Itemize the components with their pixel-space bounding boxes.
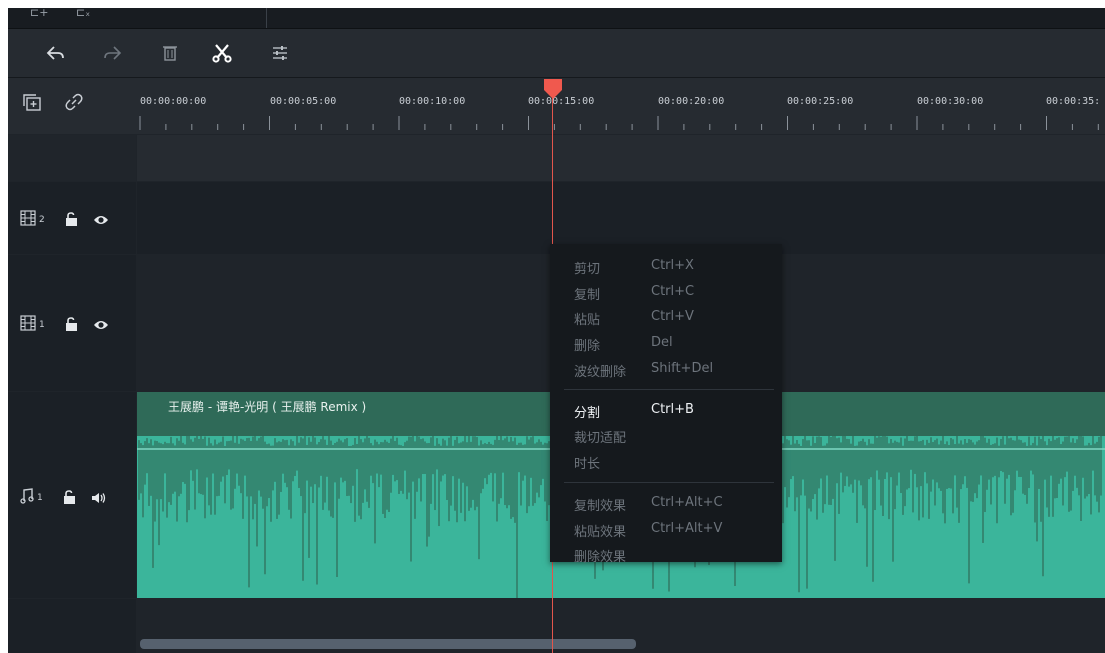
sliders-icon[interactable] [268, 41, 292, 65]
menu-item-cut[interactable]: 剪切 Ctrl+X [550, 255, 782, 277]
timecode-label: 00:00:25:00 [787, 96, 854, 107]
timecode-label: 00:00:00:00 [140, 96, 207, 107]
menu-item-shortcut: Del [651, 335, 673, 350]
timecode-label: 00:00:20:00 [658, 96, 725, 107]
menu-item-delete-effects[interactable]: 删除效果 [550, 543, 782, 565]
menu-item-label: 复制 [574, 288, 601, 303]
timecode-label: 00:00:05:00 [270, 96, 337, 107]
link-icon[interactable] [64, 92, 84, 116]
edit-toolbar [8, 29, 1105, 78]
menu-item-label: 复制效果 [574, 499, 627, 514]
menu-item-label: 时长 [574, 457, 601, 472]
eye-icon[interactable] [93, 211, 109, 230]
menu-item-label: 分割 [574, 406, 601, 421]
unlock-icon[interactable] [65, 316, 79, 335]
menu-item-label: 裁切适配 [574, 431, 627, 446]
menu-item-shortcut: Shift+Del [651, 361, 714, 376]
menu-item-shortcut: Ctrl+X [651, 258, 694, 273]
add-track-mini-icon[interactable]: ⊏+ [30, 8, 48, 19]
speaker-icon[interactable] [91, 489, 107, 508]
menu-item-shortcut: Ctrl+Alt+V [651, 521, 723, 536]
ruler-tools [8, 78, 136, 134]
track-header-video-1: 1 [8, 255, 136, 391]
menu-item-crop-fit[interactable]: 裁切适配 [550, 424, 782, 446]
redo-icon[interactable] [100, 41, 124, 65]
menu-item-shortcut: Ctrl+V [651, 309, 694, 324]
track-header-empty [8, 135, 136, 181]
top-bar: ⊏+ ⊏ₓ [8, 8, 1105, 29]
menu-item-label: 粘贴效果 [574, 525, 627, 540]
eye-icon[interactable] [93, 316, 109, 335]
menu-item-label: 粘贴 [574, 313, 601, 328]
track-number: 1 [39, 320, 45, 330]
track-header-audio-1: 1 [8, 392, 136, 598]
undo-icon[interactable] [44, 41, 68, 65]
menu-item-delete[interactable]: 删除 Del [550, 332, 782, 354]
menu-item-split[interactable]: 分割 Ctrl+B [550, 399, 782, 421]
track-number: 1 [37, 493, 43, 503]
timecode-label: 00:00:30:00 [917, 96, 984, 107]
menu-separator [564, 482, 774, 483]
music-note-icon [20, 488, 34, 508]
track-lane-bottom[interactable] [137, 599, 1105, 636]
video-track-icon [20, 210, 36, 230]
unlock-icon[interactable] [65, 211, 79, 230]
track-lane-empty[interactable] [137, 135, 1105, 181]
add-track-icon[interactable] [22, 94, 42, 116]
scrollbar-thumb[interactable] [140, 639, 636, 649]
menu-separator [564, 389, 774, 390]
track-header-bottom [8, 599, 136, 653]
scissors-icon[interactable] [210, 41, 234, 65]
context-menu: 剪切 Ctrl+X 复制 Ctrl+C 粘贴 Ctrl+V 删除 Del 波纹删… [550, 244, 782, 565]
timeline-editor: ⊏+ ⊏ₓ 00:00:00:00 00:00:05:00 00:00:10:0… [8, 8, 1105, 653]
menu-item-copy-effects[interactable]: 复制效果 Ctrl+Alt+C [550, 492, 782, 514]
menu-item-label: 删除 [574, 339, 601, 354]
menu-item-label: 剪切 [574, 262, 601, 277]
playhead-handle[interactable] [543, 78, 563, 100]
track-number: 2 [39, 215, 45, 225]
menu-item-shortcut: Ctrl+C [651, 284, 695, 299]
time-ruler[interactable]: 00:00:00:00 00:00:05:00 00:00:10:00 00:0… [136, 78, 1105, 134]
menu-item-shortcut: Ctrl+Alt+C [651, 495, 723, 510]
menu-item-ripple-delete[interactable]: 波纹删除 Shift+Del [550, 358, 782, 380]
menu-item-label: 波纹删除 [574, 365, 627, 380]
menu-item-paste[interactable]: 粘贴 Ctrl+V [550, 306, 782, 328]
video-track-icon [20, 315, 36, 335]
unlock-icon[interactable] [63, 489, 77, 508]
horizontal-scrollbar[interactable] [137, 636, 1105, 653]
menu-item-paste-effects[interactable]: 粘贴效果 Ctrl+Alt+V [550, 518, 782, 540]
timecode-label: 00:00:35: [1046, 96, 1101, 107]
remove-track-mini-icon[interactable]: ⊏ₓ [76, 8, 90, 19]
track-header-video-2: 2 [8, 182, 136, 254]
menu-item-shortcut: Ctrl+B [651, 402, 694, 417]
audio-clip-title: 王展鹏 - 谭艳-光明 ( 王展鹏 Remix ) [168, 400, 367, 414]
timecode-label: 00:00:10:00 [399, 96, 466, 107]
menu-item-label: 删除效果 [574, 550, 627, 565]
menu-item-copy[interactable]: 复制 Ctrl+C [550, 281, 782, 303]
trash-icon[interactable] [158, 41, 182, 65]
top-divider [266, 8, 267, 28]
menu-item-duration[interactable]: 时长 [550, 450, 782, 472]
